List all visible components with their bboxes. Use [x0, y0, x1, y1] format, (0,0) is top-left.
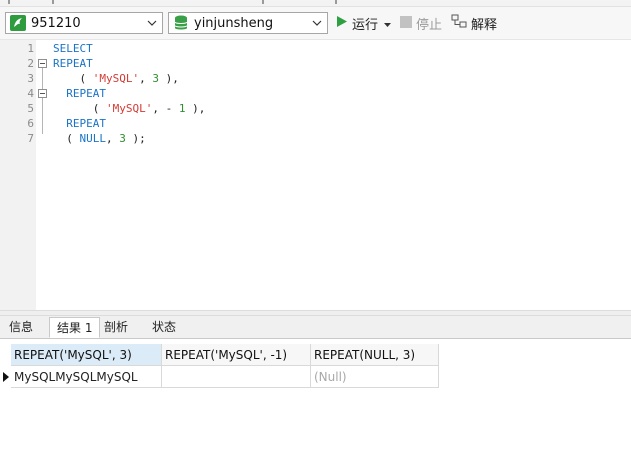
sql-editor[interactable]: 1 2 3 4 5 6 7 SELECT REPEAT ( 'MySQL', 3… [0, 40, 631, 310]
code-token: REPEAT [53, 57, 93, 70]
connection-select[interactable]: 951210 [5, 12, 163, 34]
top-menu-strip [0, 0, 631, 7]
code-token: REPEAT [66, 117, 106, 130]
menu-edge-mark [262, 0, 264, 4]
code-token: REPEAT [66, 87, 106, 100]
line-number: 3 [27, 72, 34, 85]
tab-profile[interactable]: 剖析 [97, 317, 135, 338]
code-line[interactable]: REPEAT [53, 86, 106, 101]
dolphin-icon [10, 15, 26, 31]
code-line[interactable]: REPEAT [53, 56, 93, 71]
code-token: , - [152, 102, 179, 115]
code-token: 3 [152, 72, 159, 85]
line-number: 5 [27, 102, 34, 115]
run-button[interactable]: 运行 [336, 12, 392, 34]
tab-status[interactable]: 状态 [145, 317, 183, 338]
database-select[interactable]: yinjunsheng [168, 12, 328, 34]
menu-edge-mark [335, 0, 337, 4]
current-row-indicator-icon [0, 366, 11, 388]
fold-guide [42, 68, 43, 89]
table-cell[interactable]: MySQLMySQLMySQL [11, 366, 162, 388]
stop-icon [400, 15, 412, 31]
explain-label: 解释 [471, 17, 498, 33]
result-tab-bar: 信息 结果 1 剖析 状态 [0, 316, 631, 339]
code-line[interactable]: ( 'MySQL', 3 ), [53, 71, 179, 86]
caret-down-icon[interactable] [384, 16, 392, 30]
line-number: 6 [27, 117, 34, 130]
stop-label: 停止 [416, 17, 443, 33]
code-line[interactable]: ( NULL, 3 ); [53, 131, 146, 146]
column-header[interactable]: REPEAT('MySQL', 3) [11, 344, 162, 366]
code-token: NULL [79, 132, 107, 145]
code-token: SELECT [53, 42, 93, 55]
code-token: 'MySQL' [105, 102, 153, 115]
code-line[interactable]: SELECT [53, 41, 93, 56]
code-token: ( [53, 132, 80, 145]
column-header[interactable]: REPEAT(NULL, 3) [311, 344, 439, 366]
fold-toggle[interactable] [38, 59, 47, 68]
line-number: 7 [27, 132, 34, 145]
chevron-down-icon [310, 16, 324, 30]
result-grid: REPEAT('MySQL', 3) REPEAT('MySQL', -1) R… [0, 339, 631, 474]
column-header[interactable]: REPEAT('MySQL', -1) [162, 344, 311, 366]
code-token: ( [53, 102, 106, 115]
query-toolbar: 951210 yinjunsheng 运行 停止 解释 [0, 7, 631, 40]
code-token: ), [185, 102, 206, 115]
connection-value: 951210 [31, 15, 81, 31]
database-icon [173, 15, 189, 31]
code-token: ( [53, 72, 93, 85]
menu-edge-mark [8, 0, 10, 4]
line-number: 1 [27, 42, 34, 55]
explain-button[interactable]: 解释 [451, 12, 497, 34]
table-cell[interactable] [162, 366, 311, 388]
tab-info[interactable]: 信息 [2, 317, 40, 338]
code-token: ); [125, 132, 146, 145]
stop-button[interactable]: 停止 [400, 12, 442, 34]
code-line[interactable]: ( 'MySQL', - 1 ), [53, 101, 206, 116]
code-token: 'MySQL' [92, 72, 140, 85]
chevron-down-icon [145, 16, 159, 30]
database-value: yinjunsheng [194, 15, 274, 31]
fold-toggle[interactable] [38, 89, 47, 98]
code-token: 3 [119, 132, 126, 145]
explain-icon [451, 14, 467, 32]
menu-edge-mark [52, 0, 54, 4]
line-number: 2 [27, 57, 34, 70]
table-cell-null[interactable]: (Null) [311, 366, 439, 388]
code-line[interactable]: REPEAT [53, 116, 106, 131]
code-token: , [106, 132, 120, 145]
run-label: 运行 [352, 17, 379, 33]
play-icon [336, 15, 348, 31]
code-token: , [139, 72, 153, 85]
tab-result-1[interactable]: 结果 1 [49, 317, 101, 338]
fold-guide [42, 98, 43, 134]
code-token: ), [158, 72, 179, 85]
line-number: 4 [27, 87, 34, 100]
